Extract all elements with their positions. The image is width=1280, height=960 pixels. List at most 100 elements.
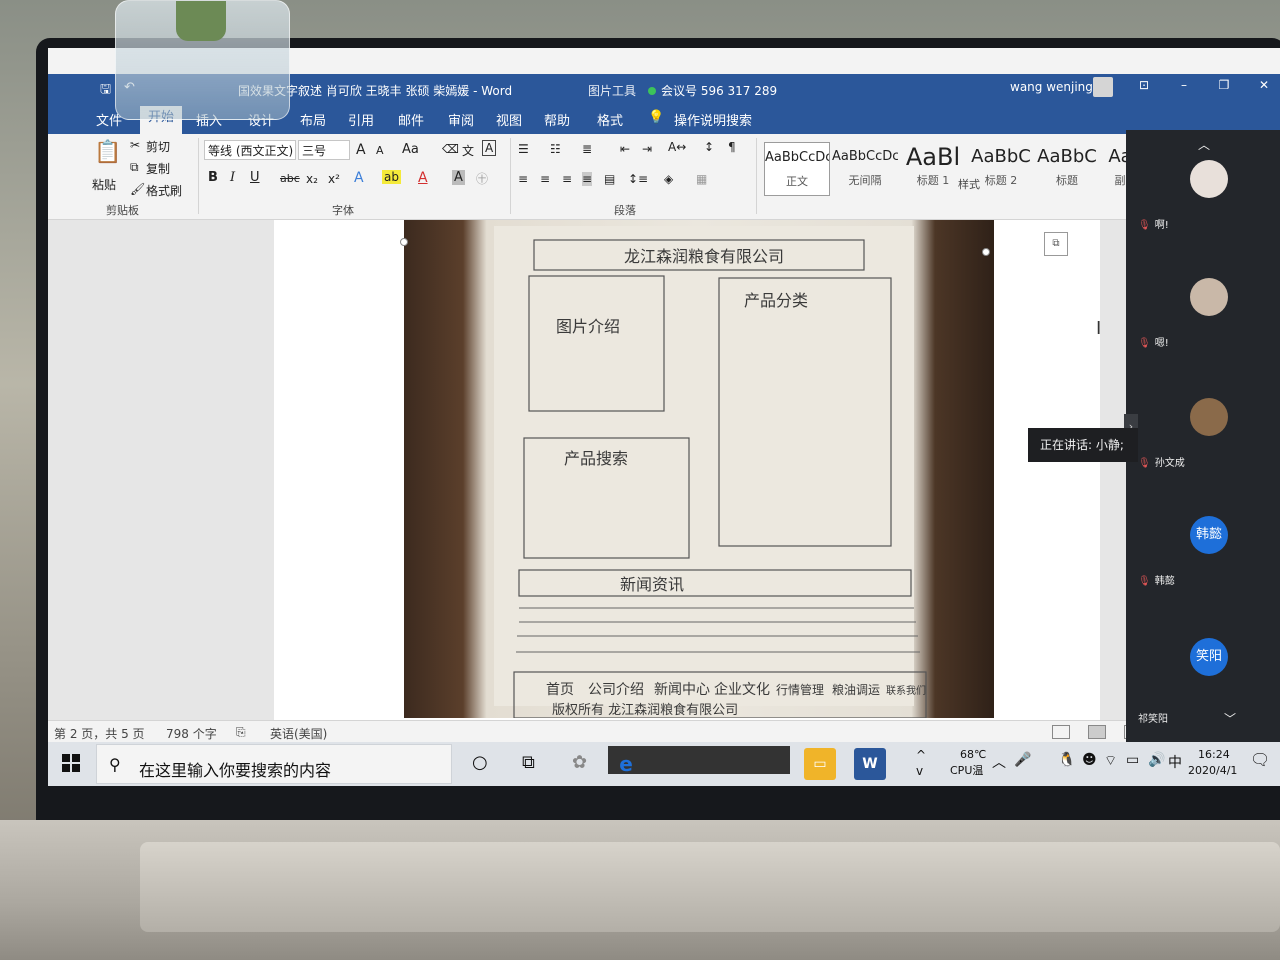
show-marks-icon[interactable]: ¶ (728, 140, 736, 154)
resize-handle[interactable] (400, 238, 408, 246)
participant-name: 孙文成 (1154, 458, 1185, 469)
style-heading-1[interactable]: AaBl 标题 1 (900, 142, 966, 196)
read-mode-icon[interactable] (1052, 725, 1070, 739)
shrink-font-button[interactable]: A (376, 144, 384, 157)
align-center-icon[interactable]: ≡ (540, 172, 550, 186)
clear-format-icon[interactable]: ⌫ (442, 142, 459, 156)
resize-handle[interactable] (982, 248, 990, 256)
document-page[interactable]: 龙江森润粮食有限公司 图片介绍 产品分类 产品搜索 新闻资讯 首页 公司介绍 新… (274, 220, 1100, 720)
edge-icon[interactable]: e (610, 748, 642, 780)
copy-button[interactable]: 复制 (146, 160, 170, 177)
close-button[interactable]: ✕ (1253, 78, 1275, 98)
style-normal[interactable]: AaBbCcDc 正文 (764, 142, 830, 196)
distributed-icon[interactable]: ▤ (604, 172, 615, 186)
superscript-button[interactable]: x² (328, 172, 340, 186)
phonetic-guide-icon[interactable]: 文 (462, 142, 474, 159)
numbering-icon[interactable]: ☷ (550, 142, 561, 156)
user-name[interactable]: wang wenjing (1010, 80, 1093, 94)
tab-layout[interactable]: 布局 (300, 110, 326, 129)
windows-start-icon[interactable] (62, 754, 80, 772)
style-title[interactable]: AaBbC 标题 (1034, 142, 1100, 196)
sketch-category-text: 产品分类 (744, 291, 808, 310)
tray-chevron-down-icon[interactable]: v (916, 764, 923, 778)
italic-button[interactable]: I (230, 170, 235, 185)
enclose-character-icon[interactable]: ㊉ (476, 170, 488, 187)
grow-font-button[interactable]: A (356, 142, 366, 158)
tab-review[interactable]: 审阅 (448, 110, 474, 129)
qq-icon[interactable]: 🐧 (1058, 752, 1075, 768)
tab-mailings[interactable]: 邮件 (398, 110, 424, 129)
word-icon[interactable]: W (854, 748, 886, 780)
panel-expand-down-icon[interactable]: ﹀ (1224, 710, 1236, 727)
chinese-layout-icon[interactable]: A↔ (668, 140, 686, 154)
sort-icon[interactable]: ↕ (704, 140, 714, 154)
proofing-icon[interactable]: ⎘ (236, 725, 246, 740)
cortana-icon[interactable]: ○ (472, 752, 488, 773)
borders-icon[interactable]: ▦ (696, 172, 707, 186)
font-name-select[interactable]: 等线 (西文正文) (204, 140, 296, 160)
shading-icon[interactable]: ◈ (664, 172, 673, 186)
strikethrough-button[interactable]: abc (280, 172, 300, 185)
decrease-indent-icon[interactable]: ⇤ (620, 142, 630, 156)
panel-collapse-up-icon[interactable]: ︿ (1198, 136, 1210, 153)
participant-name: 啊! (1154, 220, 1169, 231)
text-effects-icon[interactable]: A (354, 170, 364, 186)
layout-options-icon[interactable]: ⧉ (1044, 232, 1068, 256)
underline-button[interactable]: U (250, 170, 260, 185)
minimize-button[interactable]: – (1173, 78, 1195, 98)
bullets-icon[interactable]: ☰ (518, 142, 529, 156)
align-left-icon[interactable]: ≡ (518, 172, 528, 186)
user-avatar[interactable] (1093, 77, 1113, 97)
print-layout-icon[interactable] (1088, 725, 1106, 739)
taskbar: ⚲ 在这里输入你要搜索的内容 ○ ⧉ ✿ e ▭ W ^ v 68℃ CPU温 … (48, 742, 1280, 786)
character-shading-icon[interactable]: A (452, 170, 465, 185)
format-painter-button[interactable]: 格式刷 (146, 182, 182, 199)
style-no-spacing[interactable]: AaBbCcDc 无间隔 (832, 142, 898, 196)
app-icon[interactable]: ✿ (572, 752, 587, 773)
language-status[interactable]: 英语(美国) (270, 725, 327, 742)
inserted-photo[interactable]: 龙江森润粮食有限公司 图片介绍 产品分类 产品搜索 新闻资讯 首页 公司介绍 新… (404, 220, 994, 718)
tab-view[interactable]: 视图 (496, 110, 522, 129)
copy-icon: ⧉ (130, 160, 139, 174)
clipboard-icon[interactable]: 📋 (94, 140, 121, 165)
change-case-button[interactable]: Aa (402, 142, 419, 157)
chat-app-icon[interactable]: ☻ (1082, 752, 1097, 768)
align-right-icon[interactable]: ≡ (562, 172, 572, 186)
clock-time[interactable]: 16:24 (1198, 748, 1230, 761)
picture-tools-label: 图片工具 (588, 84, 637, 98)
ribbon-display-button[interactable]: ⊡ (1133, 78, 1155, 98)
tab-format[interactable]: 格式 (597, 110, 623, 129)
task-view-icon[interactable]: ⧉ (522, 752, 535, 773)
file-explorer-icon[interactable]: ▭ (804, 748, 836, 780)
notification-icon[interactable]: 🗨 (1250, 750, 1270, 769)
ime-indicator[interactable]: 中 (1168, 752, 1182, 772)
cut-button[interactable]: 剪切 (146, 138, 170, 155)
tab-help[interactable]: 帮助 (544, 110, 570, 129)
page-count[interactable]: 第 2 页，共 5 页 (54, 725, 145, 742)
font-size-select[interactable]: 三号 (298, 140, 350, 160)
highlight-icon[interactable]: ab (382, 170, 401, 184)
save-icon[interactable]: 🖫 (100, 80, 111, 102)
font-color-icon[interactable]: A (418, 170, 428, 186)
taskbar-search[interactable]: ⚲ 在这里输入你要搜索的内容 (96, 744, 452, 784)
subscript-button[interactable]: x₂ (306, 172, 318, 186)
tab-references[interactable]: 引用 (348, 110, 374, 129)
increase-indent-icon[interactable]: ⇥ (642, 142, 652, 156)
tell-me-search[interactable]: 操作说明搜索 (674, 110, 752, 129)
character-border-icon[interactable]: A (482, 140, 497, 156)
paste-button[interactable]: 粘贴 (92, 176, 116, 193)
word-count[interactable]: 798 个字 (166, 725, 217, 742)
show-hidden-icons-icon[interactable]: ︿ (992, 752, 1006, 772)
battery-icon[interactable]: ▭ (1126, 752, 1139, 768)
wifi-icon[interactable]: ⌔ (1104, 752, 1117, 770)
document-area: 龙江森润粮食有限公司 图片介绍 产品分类 产品搜索 新闻资讯 首页 公司介绍 新… (48, 220, 1138, 720)
tray-chevron-up-icon[interactable]: ^ (916, 748, 926, 762)
justify-icon[interactable]: ≡ (582, 172, 593, 186)
microphone-icon[interactable]: 🎤 (1014, 752, 1031, 768)
volume-icon[interactable]: 🔊 (1148, 752, 1165, 768)
bold-button[interactable]: B (208, 170, 218, 185)
restore-button[interactable]: ❐ (1213, 78, 1235, 98)
clock-date[interactable]: 2020/4/1 (1188, 764, 1237, 777)
multilevel-list-icon[interactable]: ≣ (582, 142, 592, 156)
line-spacing-icon[interactable]: ↕≡ (628, 172, 648, 186)
